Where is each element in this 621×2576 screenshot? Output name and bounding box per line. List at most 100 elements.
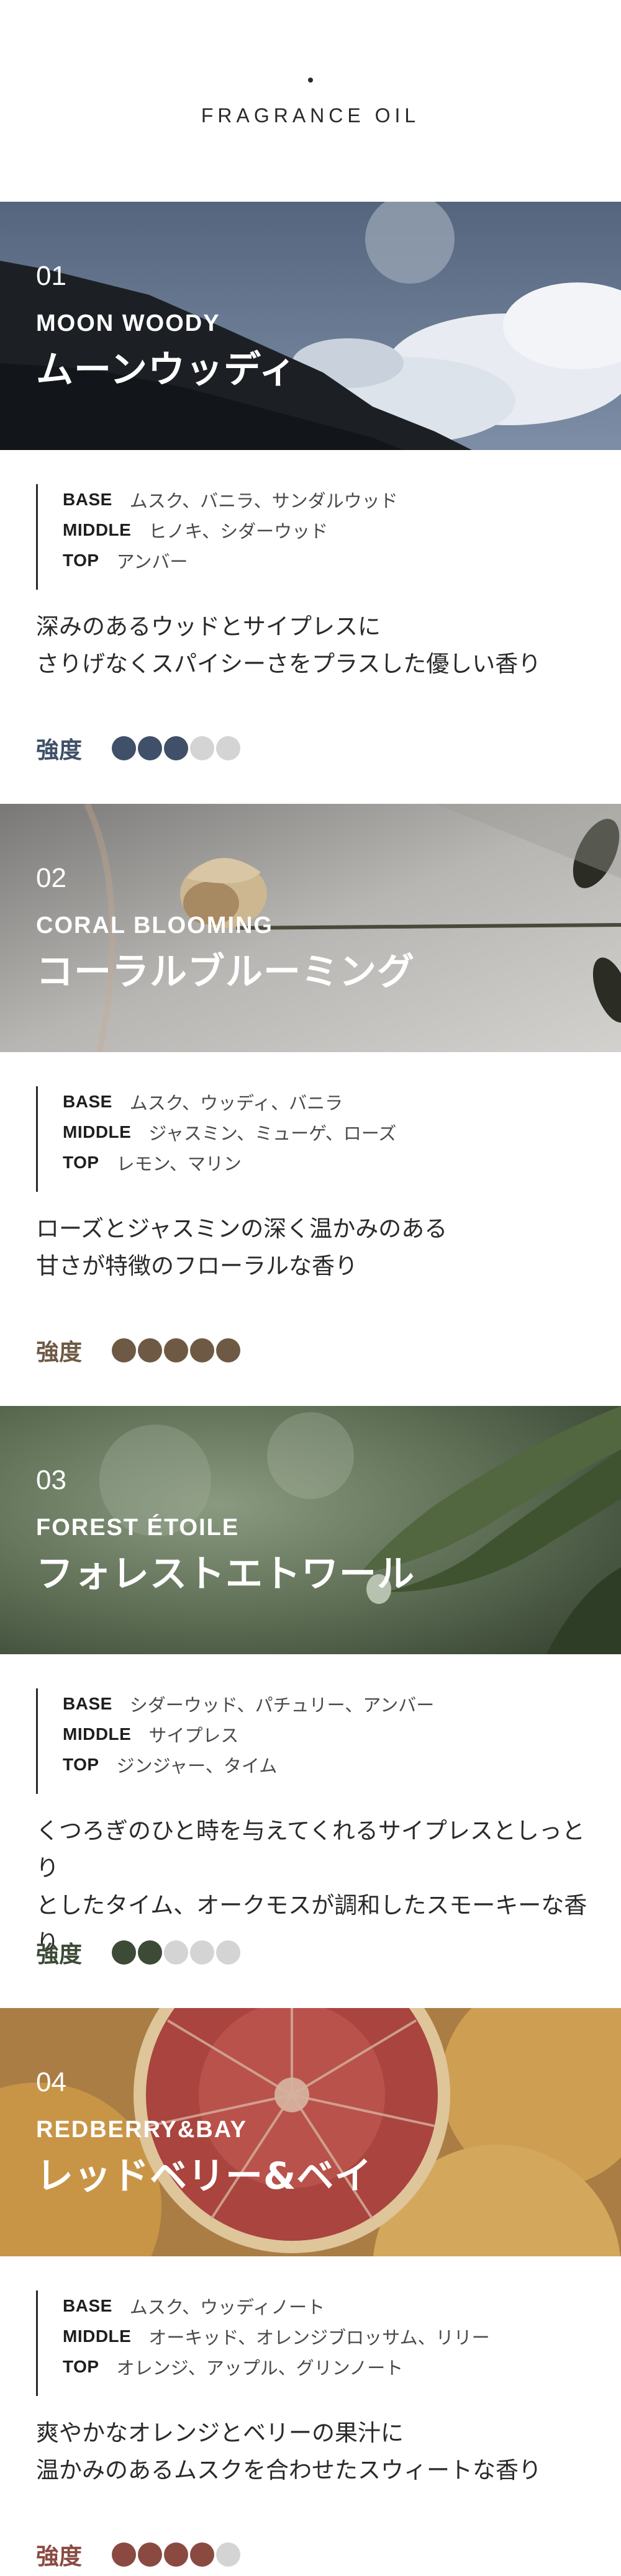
fragrance-name-en: FOREST ÉTOILE	[36, 1515, 240, 1541]
fragrance-number: 03	[36, 1465, 66, 1495]
notes-list: BASE ムスク、バニラ、サンダルウッド MIDDLE ヒノキ、シダーウッド T…	[36, 484, 582, 590]
strength-dot-empty	[216, 736, 240, 760]
description-line: ローズとジャスミンの深く温かみのある	[36, 1215, 448, 1242]
note-top: TOP オレンジ、アップル、グリンノート	[63, 2351, 582, 2382]
note-label: BASE	[63, 1091, 112, 1111]
strength-rating: 強度	[36, 2539, 242, 2570]
note-value: ムスク、バニラ、サンダルウッド	[129, 490, 398, 511]
note-label: MIDDLE	[63, 2326, 132, 2346]
fragrance-section-moon-woody: 01 MOON WOODY ムーンウッディ BASE ムスク、バニラ、サンダルウ…	[0, 202, 621, 804]
note-value: アンバー	[116, 551, 188, 572]
strength-dot-filled	[190, 1338, 214, 1362]
fragrance-name-jp: フォレストエトワール	[36, 1552, 415, 1596]
note-value: ジンジャー、タイム	[116, 1755, 278, 1777]
note-label: BASE	[63, 2295, 112, 2315]
strength-dot-filled	[138, 736, 162, 760]
strength-dot-filled	[112, 1338, 136, 1362]
strength-label: 強度	[36, 1941, 82, 1968]
note-value: ムスク、ウッディノート	[129, 2296, 325, 2318]
note-top: TOP アンバー	[63, 545, 582, 575]
description-line: 深みのあるウッドとサイプレスに	[36, 613, 381, 640]
strength-dots	[112, 2542, 242, 2567]
fragrance-banner: 01 MOON WOODY ムーンウッディ	[0, 202, 621, 450]
note-middle: MIDDLE ヒノキ、シダーウッド	[63, 515, 582, 545]
fragrance-name-jp: コーラルブルーミング	[36, 950, 415, 994]
strength-rating: 強度	[36, 732, 242, 763]
strength-dot-filled	[138, 1940, 162, 1965]
fragrance-banner: 03 FOREST ÉTOILE フォレストエトワール	[0, 1406, 621, 1654]
fragrance-number: 02	[36, 863, 66, 893]
note-base: BASE ムスク、ウッディノート	[63, 2290, 582, 2321]
strength-label: 強度	[36, 737, 82, 763]
strength-label: 強度	[36, 2543, 82, 2570]
note-label: TOP	[63, 2356, 99, 2376]
strength-dots	[112, 1940, 242, 1965]
note-value: レモン、マリン	[116, 1153, 242, 1174]
note-top: TOP レモン、マリン	[63, 1147, 582, 1178]
note-value: ムスク、ウッディ、バニラ	[129, 1092, 343, 1114]
strength-dot-empty	[216, 2542, 240, 2567]
description-line: 温かみのあるムスクを合わせたスウィートな香り	[36, 2457, 542, 2484]
fragrance-name-jp: ムーンウッディ	[36, 348, 297, 392]
note-value: ジャスミン、ミューゲ、ローズ	[148, 1122, 397, 1144]
fragrance-description: ローズとジャスミンの深く温かみのある 甘さが特徴のフローラルな香り	[36, 1210, 595, 1285]
strength-dot-filled	[216, 1338, 240, 1362]
fragrance-name-en: CORAL BLOOMING	[36, 912, 273, 939]
fragrance-name-en: REDBERRY&BAY	[36, 2117, 248, 2143]
note-label: TOP	[63, 1152, 99, 1172]
strength-dots	[112, 1338, 242, 1362]
header-dot	[308, 78, 313, 83]
fragrance-section-redberry-bay: 04 REDBERRY&BAY レッドベリー&ベイ BASE ムスク、ウッディノ…	[0, 2008, 621, 2576]
fragrance-number: 01	[36, 261, 66, 291]
note-middle: MIDDLE ジャスミン、ミューゲ、ローズ	[63, 1117, 582, 1147]
note-label: MIDDLE	[63, 1724, 132, 1744]
note-base: BASE ムスク、ウッディ、バニラ	[63, 1086, 582, 1117]
fragrance-description: 深みのあるウッドとサイプレスに さりげなくスパイシーさをプラスした優しい香り	[36, 608, 595, 683]
strength-dot-filled	[138, 1338, 162, 1362]
strength-dot-empty	[190, 736, 214, 760]
strength-rating: 強度	[36, 1937, 242, 1968]
note-value: オーキッド、オレンジブロッサム、リリー	[148, 2326, 490, 2348]
strength-dot-empty	[216, 1940, 240, 1965]
strength-dot-filled	[190, 2542, 214, 2567]
strength-dots	[112, 736, 242, 760]
notes-list: BASE ムスク、ウッディノート MIDDLE オーキッド、オレンジブロッサム、…	[36, 2290, 582, 2396]
fragrance-section-forest-etoile: 03 FOREST ÉTOILE フォレストエトワール BASE シダーウッド、…	[0, 1406, 621, 2008]
page-title: FRAGRANCE OIL	[201, 104, 420, 127]
note-label: MIDDLE	[63, 520, 132, 539]
strength-dot-filled	[164, 2542, 188, 2567]
strength-dot-filled	[164, 736, 188, 760]
fragrance-banner: 04 REDBERRY&BAY レッドベリー&ベイ	[0, 2008, 621, 2256]
page-header: FRAGRANCE OIL	[0, 0, 621, 202]
strength-dot-empty	[164, 1940, 188, 1965]
description-line: 爽やかなオレンジとベリーの果汁に	[36, 2420, 404, 2446]
note-label: MIDDLE	[63, 1122, 132, 1142]
note-top: TOP ジンジャー、タイム	[63, 1749, 582, 1780]
fragrance-description: 爽やかなオレンジとベリーの果汁に 温かみのあるムスクを合わせたスウィートな香り	[36, 2415, 595, 2489]
strength-dot-filled	[112, 736, 136, 760]
description-line: 甘さが特徴のフローラルな香り	[36, 1253, 358, 1279]
strength-dot-filled	[164, 1338, 188, 1362]
fragrance-name-en: MOON WOODY	[36, 310, 220, 336]
strength-dot-filled	[112, 1940, 136, 1965]
fragrance-name-jp: レッドベリー&ベイ	[36, 2155, 373, 2198]
note-label: BASE	[63, 489, 112, 509]
strength-label: 強度	[36, 1339, 82, 1366]
strength-dot-filled	[138, 2542, 162, 2567]
note-label: BASE	[63, 1693, 112, 1713]
notes-list: BASE シダーウッド、パチュリー、アンバー MIDDLE サイプレス TOP …	[36, 1688, 582, 1794]
note-base: BASE シダーウッド、パチュリー、アンバー	[63, 1688, 582, 1719]
description-line: さりげなくスパイシーさをプラスした優しい香り	[36, 651, 542, 677]
note-value: シダーウッド、パチュリー、アンバー	[129, 1694, 435, 1716]
notes-list: BASE ムスク、ウッディ、バニラ MIDDLE ジャスミン、ミューゲ、ローズ …	[36, 1086, 582, 1192]
note-value: ヒノキ、シダーウッド	[148, 520, 329, 542]
note-value: オレンジ、アップル、グリンノート	[116, 2357, 404, 2379]
note-label: TOP	[63, 550, 99, 570]
fragrance-section-coral-blooming: 02 CORAL BLOOMING コーラルブルーミング BASE ムスク、ウッ…	[0, 804, 621, 1406]
strength-dot-empty	[190, 1940, 214, 1965]
note-base: BASE ムスク、バニラ、サンダルウッド	[63, 484, 582, 515]
note-label: TOP	[63, 1754, 99, 1774]
fragrance-banner: 02 CORAL BLOOMING コーラルブルーミング	[0, 804, 621, 1052]
strength-rating: 強度	[36, 1335, 242, 1366]
note-value: サイプレス	[148, 1724, 239, 1746]
